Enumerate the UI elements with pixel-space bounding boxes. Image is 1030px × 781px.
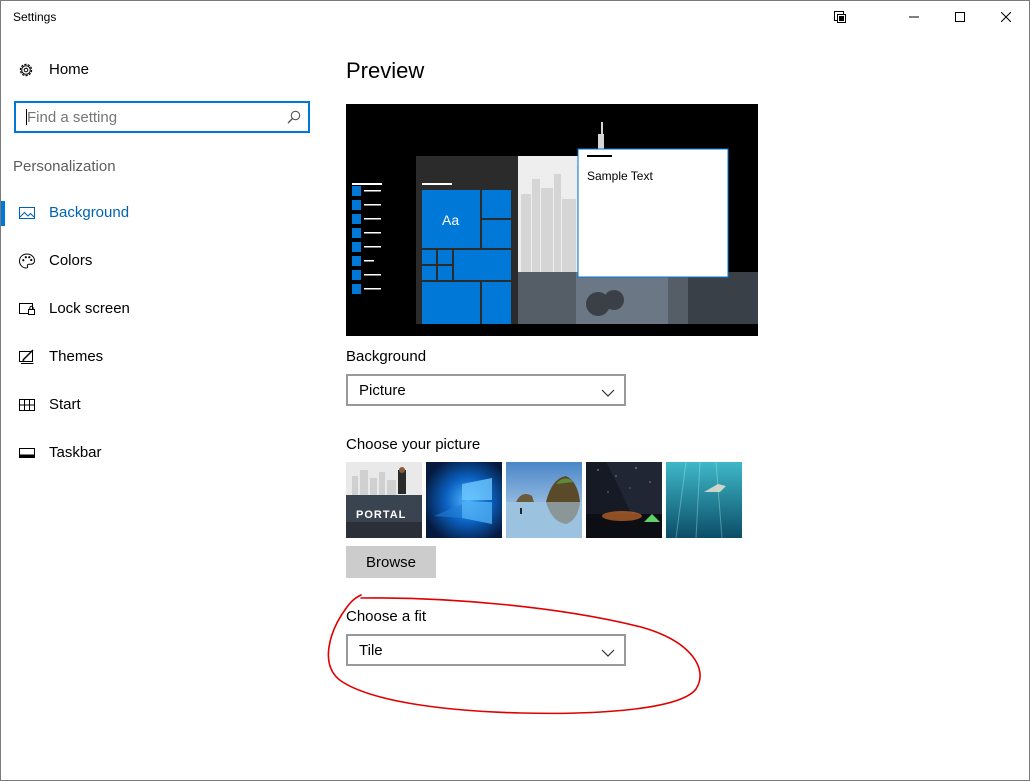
snap-button[interactable] — [817, 1, 863, 32]
image-icon — [18, 204, 36, 222]
nav-home[interactable]: Home — [1, 53, 331, 87]
fit-dropdown[interactable]: Tile — [346, 634, 626, 666]
preview-sample-text: Sample Text — [587, 169, 653, 183]
palette-icon — [18, 252, 36, 270]
page-title: Preview — [346, 58, 425, 83]
sidebar-item-colors[interactable]: Colors — [1, 241, 331, 281]
choose-picture-label: Choose your picture — [346, 436, 481, 453]
portal-wallpaper-text: PORTAL — [356, 509, 407, 521]
minimize-icon — [909, 16, 919, 17]
active-indicator — [1, 201, 5, 226]
desktop-preview: Aa Sample Text — [346, 104, 758, 336]
search-icon[interactable] — [286, 109, 302, 130]
lock-screen-icon — [18, 300, 36, 318]
choose-fit-label: Choose a fit — [346, 608, 427, 625]
background-label: Background — [346, 348, 427, 365]
sidebar-item-lock-screen[interactable]: Lock screen — [1, 289, 331, 329]
windows-10-wallpaper-thumbnail[interactable] — [426, 462, 502, 538]
snap-icon — [834, 10, 846, 23]
maximize-button[interactable] — [937, 1, 983, 32]
sidebar-item-label: Background — [49, 204, 130, 221]
settings-window: Settings Home Find a setting Personaliza… — [0, 0, 1030, 781]
search-box[interactable]: Find a setting — [14, 101, 310, 133]
sidebar-item-background[interactable]: Background — [1, 193, 331, 233]
window-title: Settings — [13, 10, 57, 24]
sidebar-item-label: Lock screen — [49, 300, 130, 317]
taskbar-icon — [18, 444, 36, 462]
close-button[interactable] — [983, 1, 1029, 32]
underwater-swimmer-wallpaper-thumbnail[interactable] — [666, 462, 742, 538]
beach-rocks-wallpaper-thumbnail[interactable] — [506, 462, 582, 538]
sidebar-item-label: Colors — [49, 252, 93, 269]
fit-dropdown-value: Tile — [359, 642, 383, 659]
maximize-icon — [955, 11, 965, 22]
night-sky-tent-wallpaper-thumbnail[interactable] — [586, 462, 662, 538]
gear-icon — [17, 61, 35, 84]
sidebar-item-label: Themes — [49, 348, 104, 365]
background-dropdown-value: Picture — [359, 382, 406, 399]
sidebar-item-label: Start — [49, 396, 81, 413]
start-icon — [18, 396, 36, 414]
preview-tile-label: Aa — [442, 212, 460, 228]
sidebar-item-start[interactable]: Start — [1, 385, 331, 425]
sidebar-item-label: Taskbar — [49, 444, 102, 461]
themes-icon — [18, 348, 36, 366]
chevron-down-icon — [601, 645, 615, 663]
section-label-personalization: Personalization — [13, 158, 116, 175]
title-bar: Settings — [1, 1, 1029, 32]
sidebar-item-taskbar[interactable]: Taskbar — [1, 433, 331, 473]
background-dropdown[interactable]: Picture — [346, 374, 626, 406]
portal-wallpaper-thumbnail[interactable]: PORTAL — [346, 462, 422, 538]
sidebar-item-themes[interactable]: Themes — [1, 337, 331, 377]
search-input[interactable]: Find a setting — [27, 109, 117, 126]
nav-home-label: Home — [49, 61, 90, 78]
close-icon — [1001, 11, 1011, 22]
chevron-down-icon — [601, 385, 615, 403]
minimize-button[interactable] — [891, 1, 937, 32]
browse-button[interactable]: Browse — [346, 546, 436, 578]
